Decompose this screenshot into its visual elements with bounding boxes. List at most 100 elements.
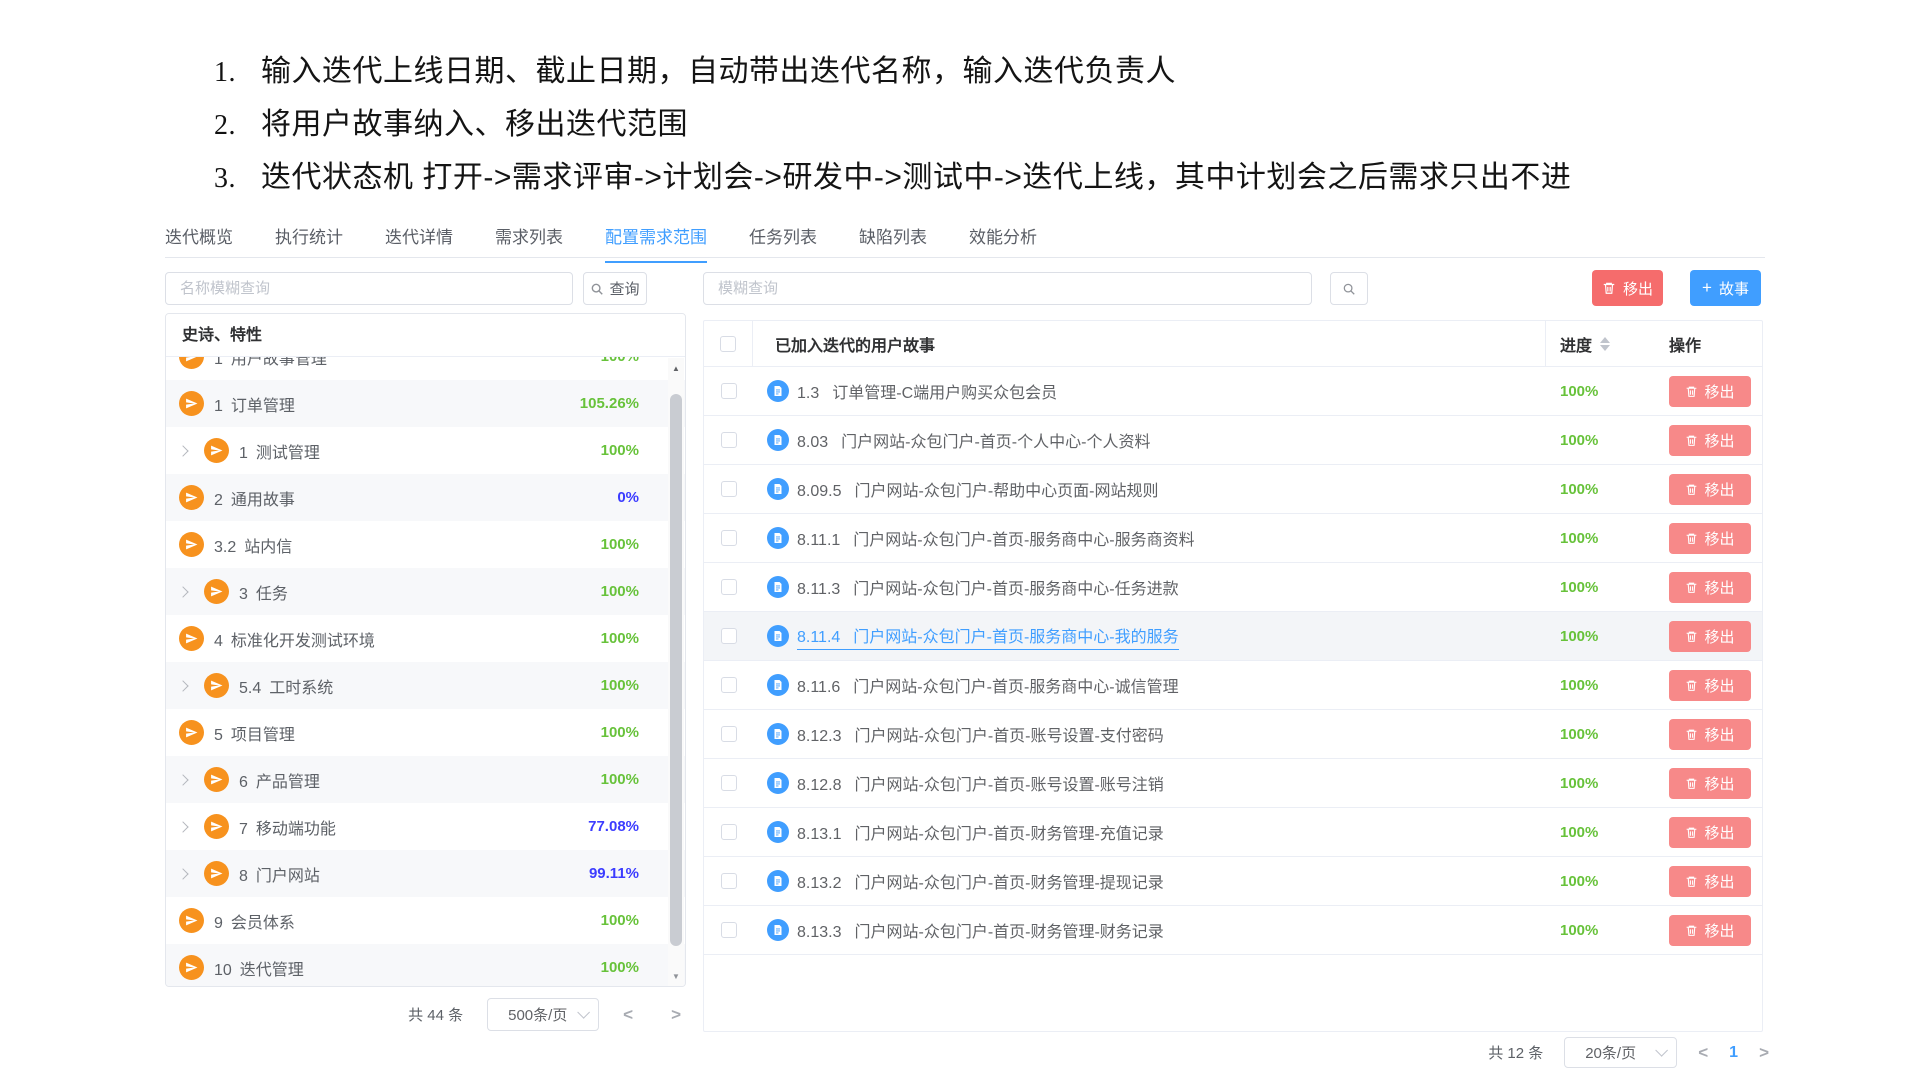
story-row-8.12.3[interactable]: 8.12.3门户网站-众包门户-首页-账号设置-支付密码100%移出 <box>704 710 1762 759</box>
stories-next-page-button[interactable]: > <box>1759 1043 1769 1063</box>
story-row-8.03[interactable]: 8.03门户网站-众包门户-首页-个人中心-个人资料100%移出 <box>704 416 1762 465</box>
tab-执行统计[interactable]: 执行统计 <box>275 223 343 261</box>
remove-story-button[interactable]: 移出 <box>1669 670 1751 701</box>
tree-item-9-会员体系[interactable]: 9会员体系100% <box>166 897 685 944</box>
add-story-button[interactable]: + 故事 <box>1690 270 1761 306</box>
tab-任务列表[interactable]: 任务列表 <box>749 223 817 261</box>
story-cell[interactable]: 8.13.2门户网站-众包门户-首页-财务管理-提现记录 <box>753 857 1546 905</box>
story-row-8.13.1[interactable]: 8.13.1门户网站-众包门户-首页-财务管理-充值记录100%移出 <box>704 808 1762 857</box>
story-row-8.13.2[interactable]: 8.13.2门户网站-众包门户-首页-财务管理-提现记录100%移出 <box>704 857 1762 906</box>
remove-selected-button[interactable]: 移出 <box>1592 270 1663 306</box>
tree-item-5-项目管理[interactable]: 5项目管理100% <box>166 709 685 756</box>
story-row-1.3[interactable]: 1.3订单管理-C端用户购买众包会员100%移出 <box>704 367 1762 416</box>
stories-page-size-select[interactable]: 20条/页 <box>1564 1037 1677 1068</box>
row-checkbox[interactable] <box>721 530 737 546</box>
expand-chevron-icon[interactable] <box>179 447 204 455</box>
story-cell[interactable]: 8.03门户网站-众包门户-首页-个人中心-个人资料 <box>753 416 1546 464</box>
sort-asc-icon[interactable] <box>1600 337 1610 343</box>
remove-story-button[interactable]: 移出 <box>1669 866 1751 897</box>
remove-story-button[interactable]: 移出 <box>1669 768 1751 799</box>
story-row-8.11.3[interactable]: 8.11.3门户网站-众包门户-首页-服务商中心-任务进款100%移出 <box>704 563 1762 612</box>
row-checkbox[interactable] <box>721 481 737 497</box>
tree-item-3-任务[interactable]: 3任务100% <box>166 568 685 615</box>
remove-story-button[interactable]: 移出 <box>1669 572 1751 603</box>
story-title-link[interactable]: 8.03门户网站-众包门户-首页-个人中心-个人资料 <box>797 428 1150 453</box>
story-cell[interactable]: 8.09.5门户网站-众包门户-帮助中心页面-网站规则 <box>753 465 1546 513</box>
row-checkbox[interactable] <box>721 432 737 448</box>
stories-current-page[interactable]: 1 <box>1729 1044 1738 1062</box>
story-row-8.11.1[interactable]: 8.11.1门户网站-众包门户-首页-服务商中心-服务商资料100%移出 <box>704 514 1762 563</box>
remove-story-button[interactable]: 移出 <box>1669 523 1751 554</box>
story-title-link[interactable]: 8.11.1门户网站-众包门户-首页-服务商中心-服务商资料 <box>797 526 1195 551</box>
story-search-button[interactable] <box>1330 272 1368 305</box>
epic-prev-page-button[interactable]: < <box>623 1005 633 1025</box>
story-title-link[interactable]: 8.09.5门户网站-众包门户-帮助中心页面-网站规则 <box>797 477 1158 502</box>
story-cell[interactable]: 1.3订单管理-C端用户购买众包会员 <box>753 367 1546 415</box>
story-cell[interactable]: 8.13.3门户网站-众包门户-首页-财务管理-财务记录 <box>753 906 1546 954</box>
story-search-input[interactable] <box>703 272 1312 305</box>
remove-story-button[interactable]: 移出 <box>1669 719 1751 750</box>
row-checkbox[interactable] <box>721 726 737 742</box>
row-checkbox[interactable] <box>721 628 737 644</box>
stories-prev-page-button[interactable]: < <box>1698 1043 1708 1063</box>
select-all-checkbox[interactable] <box>720 336 736 352</box>
tree-item-8-门户网站[interactable]: 8门户网站99.11% <box>166 850 685 897</box>
tree-scrollbar[interactable]: ▲ ▼ <box>668 358 684 986</box>
row-checkbox[interactable] <box>721 579 737 595</box>
tab-配置需求范围[interactable]: 配置需求范围 <box>605 223 707 263</box>
tab-需求列表[interactable]: 需求列表 <box>495 223 563 261</box>
tab-效能分析[interactable]: 效能分析 <box>969 223 1037 261</box>
tab-缺陷列表[interactable]: 缺陷列表 <box>859 223 927 261</box>
scroll-up-icon[interactable]: ▲ <box>668 360 684 376</box>
row-checkbox[interactable] <box>721 775 737 791</box>
story-title-link[interactable]: 8.13.1门户网站-众包门户-首页-财务管理-充值记录 <box>797 820 1164 845</box>
story-cell[interactable]: 8.11.1门户网站-众包门户-首页-服务商中心-服务商资料 <box>753 514 1546 562</box>
story-title-link[interactable]: 8.12.3门户网站-众包门户-首页-账号设置-支付密码 <box>797 722 1164 747</box>
remove-story-button[interactable]: 移出 <box>1669 376 1751 407</box>
story-cell[interactable]: 8.12.3门户网站-众包门户-首页-账号设置-支付密码 <box>753 710 1546 758</box>
story-row-8.13.3[interactable]: 8.13.3门户网站-众包门户-首页-财务管理-财务记录100%移出 <box>704 906 1762 955</box>
story-title-link[interactable]: 8.13.3门户网站-众包门户-首页-财务管理-财务记录 <box>797 918 1164 943</box>
row-checkbox[interactable] <box>721 383 737 399</box>
story-cell[interactable]: 8.13.1门户网站-众包门户-首页-财务管理-充值记录 <box>753 808 1546 856</box>
expand-chevron-icon[interactable] <box>179 588 204 596</box>
tree-item-1-用户故事管理[interactable]: 1用户故事管理100% <box>166 357 685 380</box>
story-title-link[interactable]: 1.3订单管理-C端用户购买众包会员 <box>797 379 1057 404</box>
epic-next-page-button[interactable]: > <box>671 1005 681 1025</box>
story-title-link[interactable]: 8.13.2门户网站-众包门户-首页-财务管理-提现记录 <box>797 869 1164 894</box>
row-checkbox[interactable] <box>721 824 737 840</box>
story-row-8.09.5[interactable]: 8.09.5门户网站-众包门户-帮助中心页面-网站规则100%移出 <box>704 465 1762 514</box>
tree-item-6-产品管理[interactable]: 6产品管理100% <box>166 756 685 803</box>
scrollbar-thumb[interactable] <box>670 394 682 946</box>
remove-story-button[interactable]: 移出 <box>1669 425 1751 456</box>
scroll-down-icon[interactable]: ▼ <box>668 968 684 984</box>
story-title-link[interactable]: 8.11.4门户网站-众包门户-首页-服务商中心-我的服务 <box>797 623 1179 650</box>
tree-item-5.4-工时系统[interactable]: 5.4工时系统100% <box>166 662 685 709</box>
story-title-link[interactable]: 8.11.6门户网站-众包门户-首页-服务商中心-诚信管理 <box>797 673 1179 698</box>
story-cell[interactable]: 8.12.8门户网站-众包门户-首页-账号设置-账号注销 <box>753 759 1546 807</box>
sort-carets-icon[interactable] <box>1600 337 1610 351</box>
tree-item-1-测试管理[interactable]: 1测试管理100% <box>166 427 685 474</box>
epic-page-size-select[interactable]: 500条/页 <box>487 998 599 1031</box>
row-checkbox[interactable] <box>721 922 737 938</box>
expand-chevron-icon[interactable] <box>179 823 204 831</box>
remove-story-button[interactable]: 移出 <box>1669 474 1751 505</box>
remove-story-button[interactable]: 移出 <box>1669 817 1751 848</box>
tree-item-2-通用故事[interactable]: 2通用故事0% <box>166 474 685 521</box>
tab-迭代概览[interactable]: 迭代概览 <box>165 223 233 261</box>
tree-item-1-订单管理[interactable]: 1订单管理105.26% <box>166 380 685 427</box>
tree-item-10-迭代管理[interactable]: 10迭代管理100% <box>166 944 685 986</box>
epic-search-input[interactable] <box>165 272 573 305</box>
tree-item-7-移动端功能[interactable]: 7移动端功能77.08% <box>166 803 685 850</box>
story-row-8.11.6[interactable]: 8.11.6门户网站-众包门户-首页-服务商中心-诚信管理100%移出 <box>704 661 1762 710</box>
story-cell[interactable]: 8.11.3门户网站-众包门户-首页-服务商中心-任务进款 <box>753 563 1546 611</box>
epic-query-button[interactable]: 查询 <box>583 272 647 305</box>
remove-story-button[interactable]: 移出 <box>1669 915 1751 946</box>
story-title-link[interactable]: 8.11.3门户网站-众包门户-首页-服务商中心-任务进款 <box>797 575 1179 600</box>
expand-chevron-icon[interactable] <box>179 682 204 690</box>
sort-desc-icon[interactable] <box>1600 345 1610 351</box>
remove-story-button[interactable]: 移出 <box>1669 621 1751 652</box>
tab-迭代详情[interactable]: 迭代详情 <box>385 223 453 261</box>
story-cell[interactable]: 8.11.4门户网站-众包门户-首页-服务商中心-我的服务 <box>753 612 1546 660</box>
row-checkbox[interactable] <box>721 677 737 693</box>
